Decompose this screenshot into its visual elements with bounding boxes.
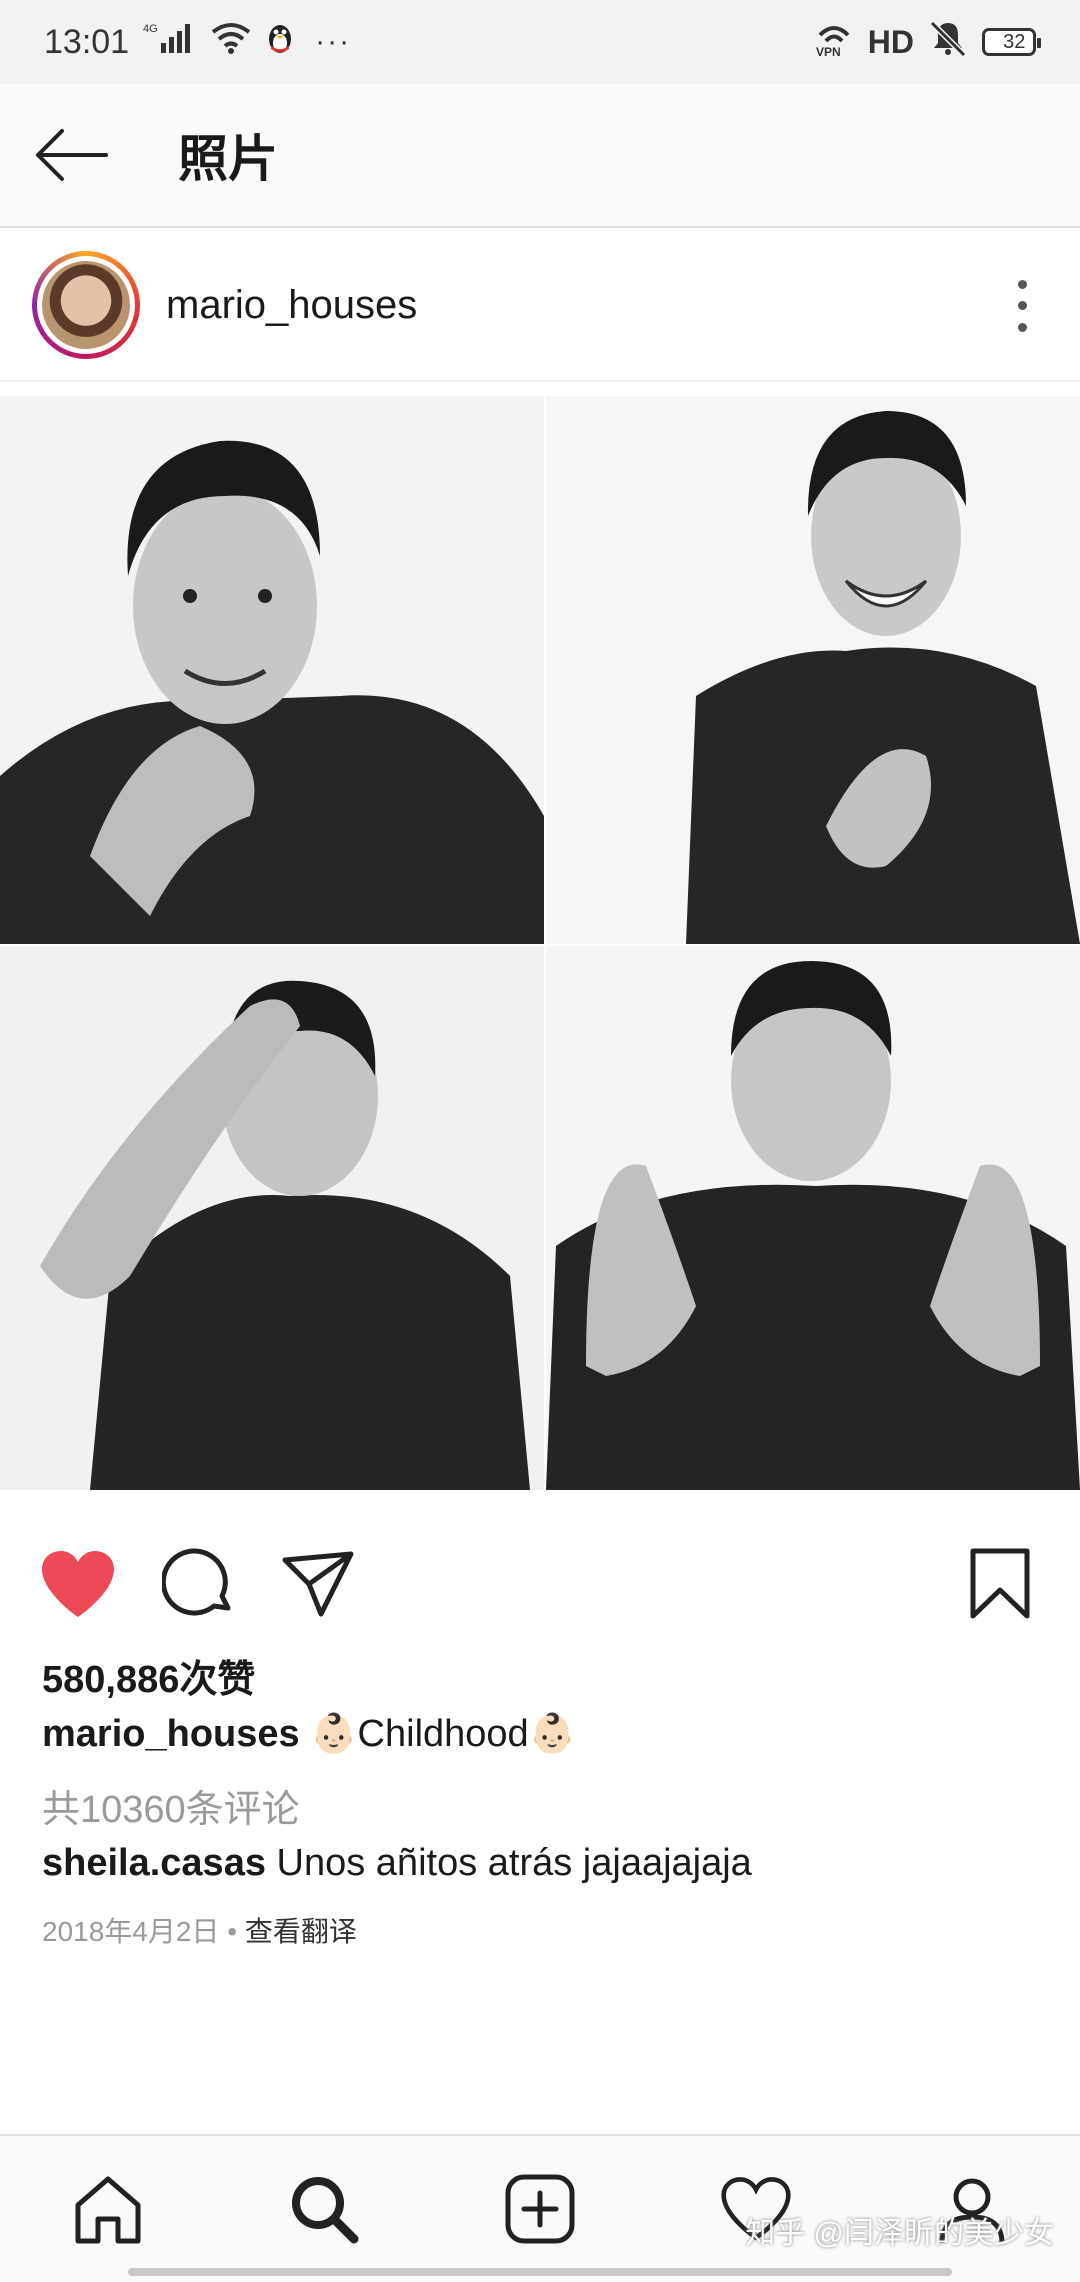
- send-icon: [282, 1551, 354, 1617]
- back-button[interactable]: [10, 83, 130, 227]
- signal-icon: 4G: [143, 21, 197, 64]
- like-button[interactable]: [30, 1536, 126, 1632]
- photo-3: [0, 946, 544, 1490]
- post-username[interactable]: mario_houses: [166, 283, 417, 328]
- post-actions: [0, 1536, 1080, 1636]
- back-arrow-icon: [36, 129, 108, 181]
- mute-icon: [928, 19, 968, 66]
- dot-icon: [1017, 301, 1027, 311]
- view-all-comments-link[interactable]: 共10360条评论: [42, 1778, 300, 1833]
- baby-emoji-2: 👶🏻: [528, 1713, 577, 1755]
- status-bar: 13:01 4G ··· VPN HD 32: [0, 0, 1080, 84]
- more-notifications: ···: [315, 25, 352, 58]
- post-image[interactable]: [0, 396, 1080, 1490]
- page-title: 照片: [178, 131, 278, 187]
- post-header: mario_houses: [0, 230, 1080, 382]
- nav-home[interactable]: [48, 2149, 168, 2269]
- comment-username[interactable]: sheila.casas: [42, 1842, 266, 1884]
- dot-icon: [1017, 322, 1027, 332]
- like-count[interactable]: 580,886次赞: [42, 1648, 255, 1703]
- comment-button[interactable]: [150, 1536, 246, 1632]
- battery-percent: 32: [1003, 30, 1026, 53]
- comment-text: Unos añitos atrás jajaajajaja: [276, 1842, 752, 1884]
- post-meta: 2018年4月2日 • 查看翻译: [42, 1910, 357, 1950]
- nav-search[interactable]: [264, 2149, 384, 2269]
- vpn-label: VPN: [816, 45, 841, 57]
- bookmark-icon: [970, 1548, 1030, 1619]
- clock: 13:01: [44, 22, 130, 61]
- save-button[interactable]: [952, 1536, 1048, 1632]
- wifi-icon: [211, 22, 251, 63]
- photo-1: [0, 396, 544, 944]
- see-translation-link[interactable]: 查看翻译: [245, 1916, 357, 1947]
- search-icon: [292, 2177, 359, 2244]
- hd-indicator: HD: [867, 23, 914, 60]
- watermark: 知乎 @闫泽昕的美少女: [745, 2217, 1054, 2250]
- comment-icon: [162, 1548, 231, 1616]
- meta-separator: •: [219, 1916, 245, 1947]
- heart-filled-icon: [42, 1551, 114, 1617]
- avatar[interactable]: [32, 251, 140, 359]
- share-button[interactable]: [270, 1536, 366, 1632]
- photo-2: [546, 396, 1080, 944]
- app-header: 照片: [0, 84, 1080, 228]
- avatar-photo: [42, 261, 130, 349]
- caption-username[interactable]: mario_houses: [42, 1713, 300, 1755]
- battery-icon: 32: [982, 28, 1041, 56]
- home-indicator[interactable]: [128, 2268, 952, 2276]
- caption: mario_houses 👶🏻Childhood👶🏻: [42, 1712, 576, 1756]
- baby-emoji-1: 👶🏻: [310, 1713, 358, 1755]
- home-icon: [75, 2176, 141, 2244]
- vpn-icon: VPN: [814, 19, 854, 66]
- caption-text: Childhood: [357, 1713, 529, 1755]
- comment: sheila.casas Unos añitos atrás jajaajaja…: [42, 1842, 752, 1885]
- dot-icon: [1017, 280, 1027, 290]
- post-date: 2018年4月2日: [42, 1916, 220, 1947]
- more-options-button[interactable]: [1004, 274, 1040, 338]
- network-type: 4G: [143, 23, 158, 35]
- qq-penguin-icon: [265, 21, 295, 64]
- add-post-icon: [505, 2174, 575, 2244]
- avatar-border: [37, 256, 135, 354]
- photo-4: [546, 946, 1080, 1490]
- nav-new-post[interactable]: [480, 2149, 600, 2269]
